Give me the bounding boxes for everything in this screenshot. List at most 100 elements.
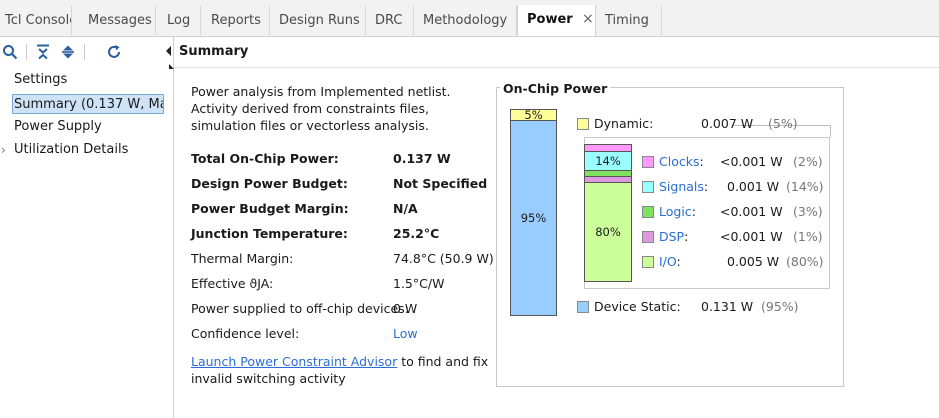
legend-colon: : bbox=[684, 229, 689, 244]
legend-colon: : bbox=[699, 154, 704, 169]
logic-link[interactable]: Logic bbox=[659, 204, 692, 219]
tab-timing[interactable]: Timing bbox=[596, 6, 662, 35]
row-label: Junction Temperature: bbox=[191, 226, 348, 241]
legend-watts: <0.001 W bbox=[720, 229, 783, 244]
nav-item-summary[interactable]: Summary (0.137 W, Margin: N/A) bbox=[12, 94, 164, 114]
row-value: 0 W bbox=[393, 301, 418, 316]
row-value: 0.137 W bbox=[393, 151, 451, 166]
io-link[interactable]: I/O bbox=[659, 254, 677, 269]
nav-item-utilization-details[interactable]: Utilization Details bbox=[14, 140, 128, 160]
signals-link[interactable]: Signals bbox=[659, 179, 704, 194]
legend-watts: 0.005 W bbox=[727, 254, 780, 269]
search-icon[interactable] bbox=[0, 41, 20, 63]
close-tab-icon[interactable]: × bbox=[582, 5, 594, 34]
legend-percent: (1%) bbox=[793, 229, 823, 244]
tab-bar: Tcl Console Messages Log Reports Design … bbox=[0, 0, 939, 37]
legend-watts: 0.001 W bbox=[727, 179, 780, 194]
legend-name: DSP: bbox=[659, 228, 688, 246]
legend-name: I/O: bbox=[659, 253, 681, 271]
refresh-icon[interactable] bbox=[104, 41, 124, 63]
confidence-level-link[interactable]: Low bbox=[393, 325, 418, 343]
legend-watts: <0.001 W bbox=[720, 204, 783, 219]
legend-watts: 0.007 W bbox=[701, 116, 754, 131]
io-bar-segment: 80% bbox=[585, 182, 631, 281]
tab-reports[interactable]: Reports bbox=[202, 6, 270, 35]
legend-swatch bbox=[642, 206, 654, 218]
tab-label: DRC bbox=[375, 13, 403, 28]
legend-dsp: DSP: <0.001 W (1%) bbox=[642, 228, 832, 246]
toolbar-separator bbox=[84, 44, 85, 60]
tab-drc[interactable]: DRC bbox=[366, 6, 414, 35]
legend-connector bbox=[830, 125, 831, 137]
legend-percent: (3%) bbox=[793, 204, 823, 219]
tab-label: Methodology bbox=[423, 13, 508, 28]
legend-watts: 0.131 W bbox=[701, 299, 754, 314]
row-value: N/A bbox=[393, 201, 418, 216]
legend-name: Logic: bbox=[659, 203, 696, 221]
legend-watts: <0.001 W bbox=[720, 154, 783, 169]
tab-methodology[interactable]: Methodology bbox=[414, 6, 517, 35]
tab-log[interactable]: Log bbox=[158, 6, 201, 35]
legend-swatch bbox=[577, 118, 589, 130]
page-title: Summary bbox=[179, 44, 249, 59]
tab-design-runs[interactable]: Design Runs bbox=[270, 6, 366, 35]
nav-item-label: Summary (0.137 W, Margin: N/A) bbox=[14, 97, 163, 112]
on-chip-power-title: On-Chip Power bbox=[500, 81, 611, 96]
launch-power-constraint-advisor-link[interactable]: Launch Power Constraint Advisor bbox=[191, 354, 397, 369]
legend-swatch bbox=[642, 181, 654, 193]
row-label: Design Power Budget: bbox=[191, 176, 348, 191]
nav-item-label: Settings bbox=[14, 72, 68, 87]
legend-name: Clocks: bbox=[659, 153, 704, 171]
dsp-link[interactable]: DSP bbox=[659, 229, 684, 244]
chevron-right-icon[interactable]: › bbox=[1, 143, 6, 157]
advisor-note: Launch Power Constraint Advisor to find … bbox=[191, 353, 491, 387]
tab-label: Design Runs bbox=[279, 13, 360, 28]
row-label: Power Budget Margin: bbox=[191, 201, 349, 216]
legend-name: Signals: bbox=[659, 178, 708, 196]
tab-tcl-console[interactable]: Tcl Console bbox=[0, 6, 72, 35]
tab-label: Log bbox=[167, 13, 191, 28]
legend-device-static: Device Static: 0.131 W (95%) bbox=[577, 298, 829, 316]
expand-all-icon[interactable] bbox=[58, 41, 78, 63]
dynamic-bar-segment: 5% bbox=[511, 108, 556, 122]
legend-percent: (95%) bbox=[761, 299, 799, 314]
tab-label: Power bbox=[527, 12, 573, 27]
signals-bar-segment: 14% bbox=[585, 151, 631, 170]
legend-name: Dynamic: bbox=[594, 116, 654, 131]
legend-logic: Logic: <0.001 W (3%) bbox=[642, 203, 832, 221]
legend-percent: (5%) bbox=[768, 116, 798, 131]
legend-colon: : bbox=[703, 179, 709, 194]
row-label: Thermal Margin: bbox=[191, 251, 294, 266]
collapse-all-icon[interactable] bbox=[33, 41, 53, 63]
row-value: 74.8°C (50.9 W) bbox=[393, 251, 494, 266]
dynamic-power-bar: 14% 80% bbox=[584, 144, 632, 282]
tab-power[interactable]: Power × bbox=[517, 5, 596, 36]
tab-label: Timing bbox=[605, 13, 649, 28]
toolbar-separator bbox=[26, 44, 27, 60]
nav-item-label: Power Supply bbox=[14, 119, 102, 134]
tab-label: Tcl Console bbox=[5, 13, 72, 28]
collapse-panel-icon[interactable] bbox=[164, 43, 176, 69]
legend-swatch bbox=[642, 231, 654, 243]
legend-colon: : bbox=[691, 204, 696, 219]
legend-swatch bbox=[577, 301, 589, 313]
legend-swatch bbox=[642, 256, 654, 268]
legend-percent: (80%) bbox=[786, 254, 824, 269]
row-label: Effective ϑJA: bbox=[191, 276, 274, 291]
legend-percent: (14%) bbox=[786, 179, 824, 194]
navigation-panel: Settings Summary (0.137 W, Margin: N/A) … bbox=[0, 37, 174, 418]
row-label: Confidence level: bbox=[191, 326, 300, 341]
row-value: 1.5°C/W bbox=[393, 276, 445, 291]
legend-name: Device Static: bbox=[594, 299, 681, 314]
legend-signals: Signals: 0.001 W (14%) bbox=[642, 178, 832, 196]
nav-item-power-supply[interactable]: Power Supply bbox=[14, 117, 102, 137]
tab-label: Messages bbox=[88, 13, 152, 28]
nav-item-label: Utilization Details bbox=[14, 142, 129, 157]
clocks-link[interactable]: Clocks bbox=[659, 154, 699, 169]
nav-item-settings[interactable]: Settings bbox=[14, 70, 67, 90]
nav-toolbar bbox=[0, 37, 173, 67]
row-label: Power supplied to off-chip devices: bbox=[191, 301, 409, 316]
tab-messages[interactable]: Messages bbox=[79, 6, 156, 35]
row-value: 25.2°C bbox=[393, 226, 440, 241]
legend-io: I/O: 0.005 W (80%) bbox=[642, 253, 832, 271]
